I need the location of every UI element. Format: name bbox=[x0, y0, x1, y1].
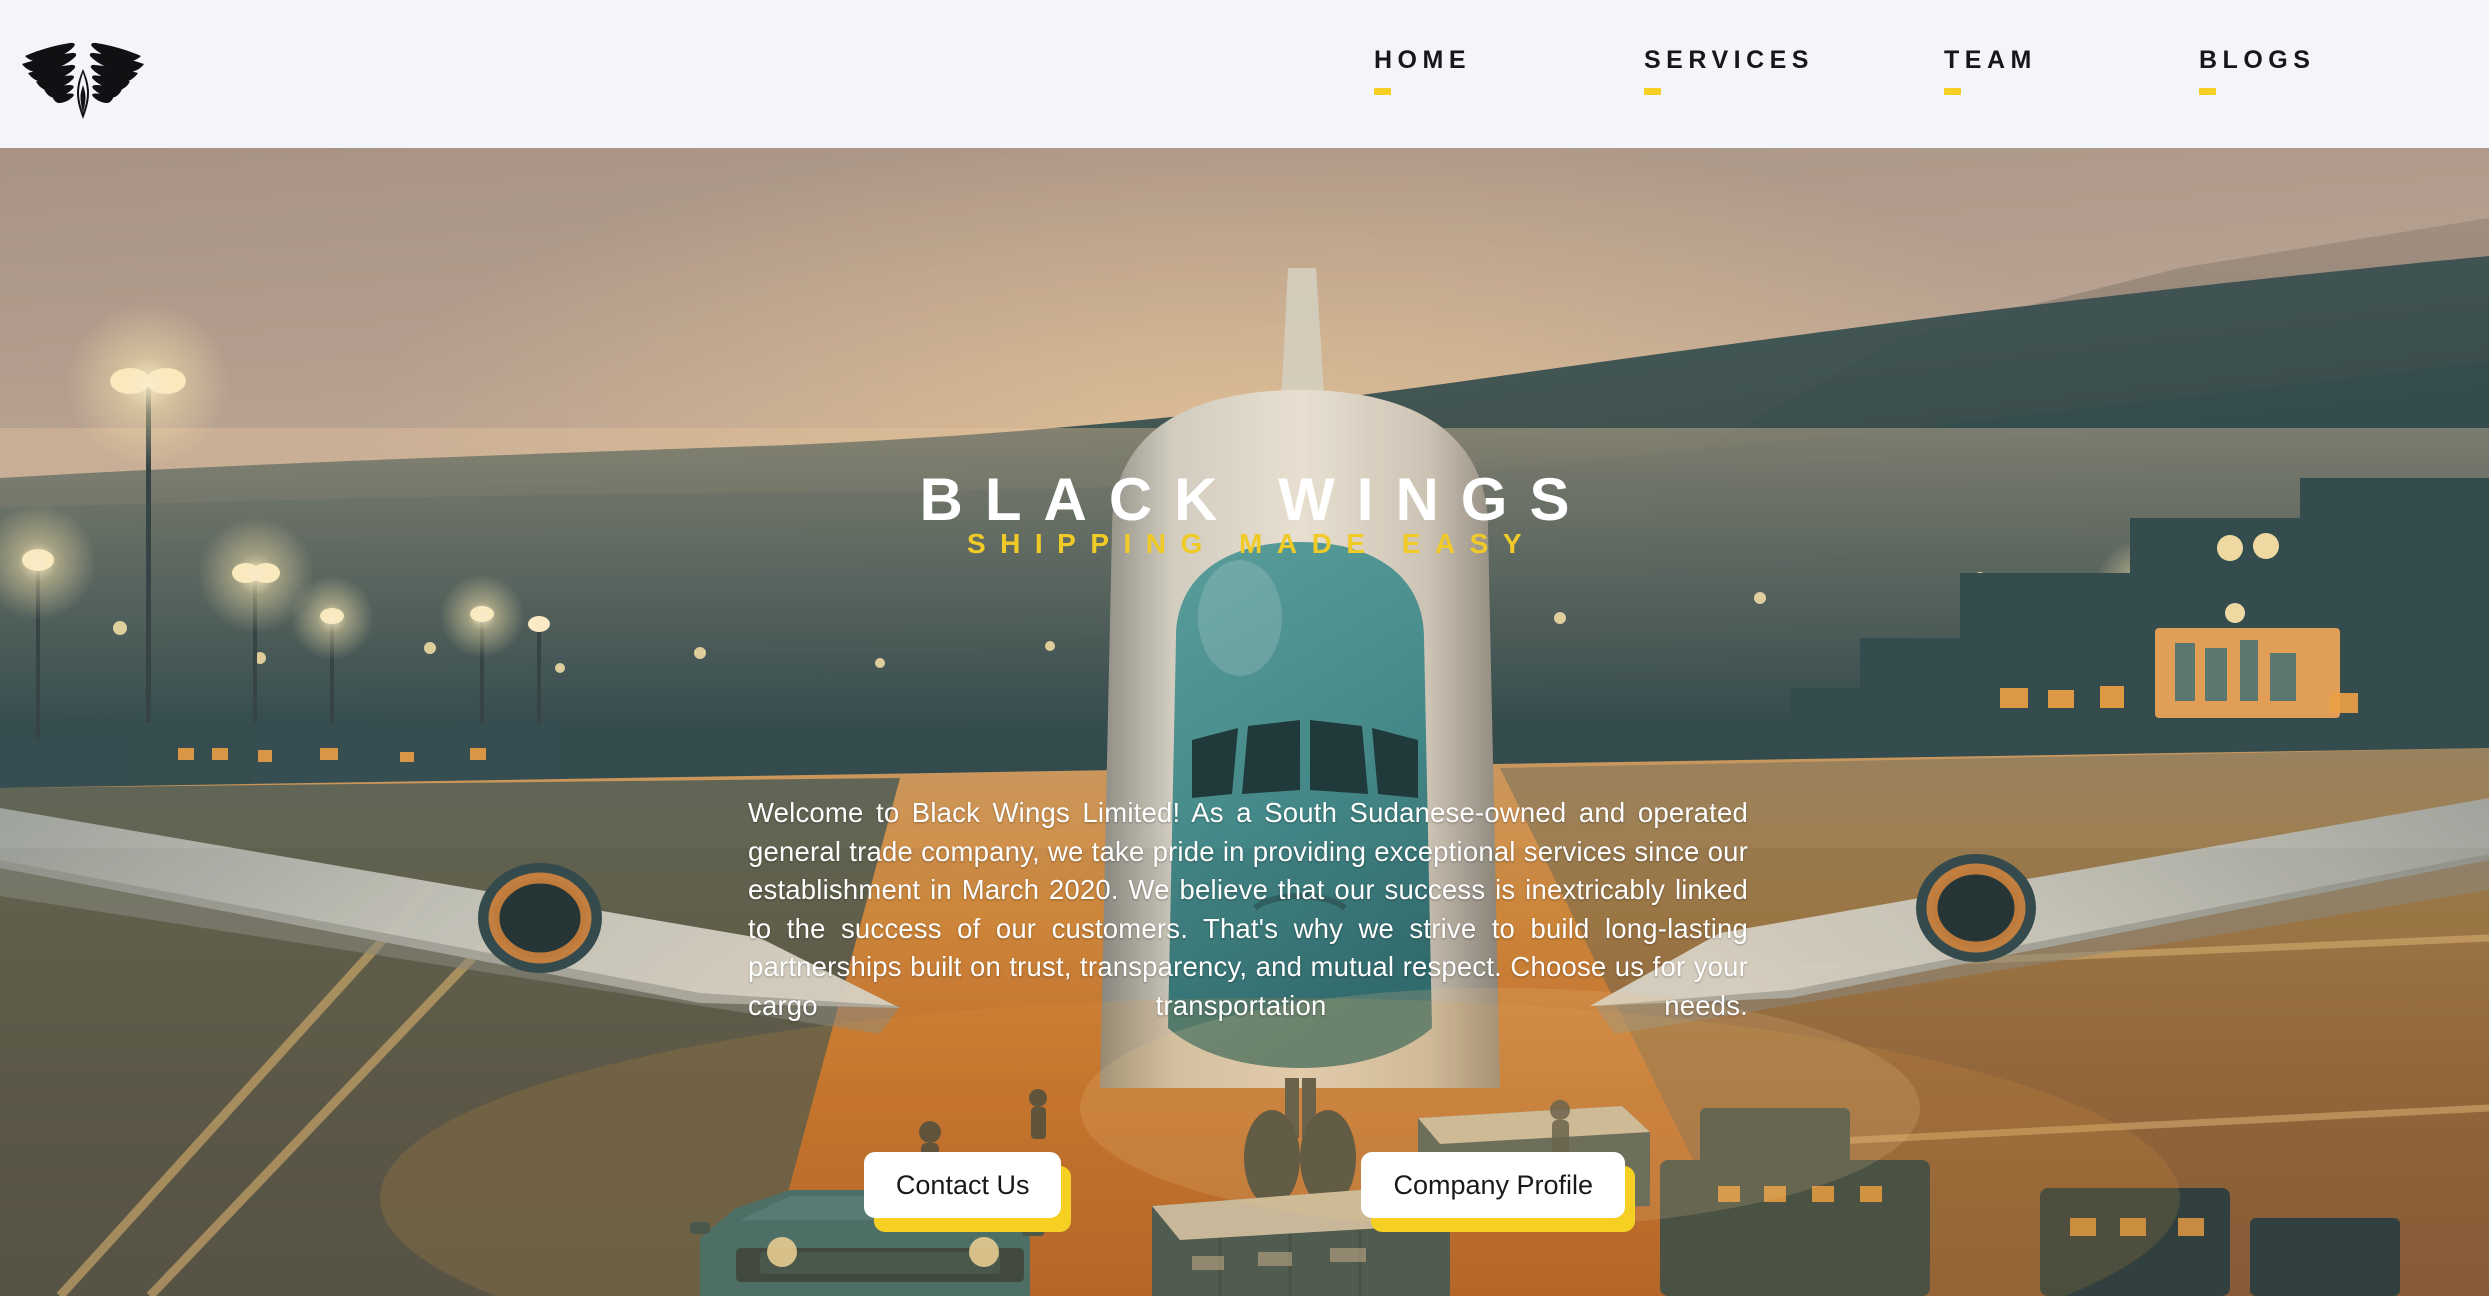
primary-navigation: HOME SERVICES TEAM BLOGS bbox=[1339, 0, 2489, 148]
nav-item-label: TEAM bbox=[1944, 46, 2037, 74]
nav-item-label: BLOGS bbox=[2199, 46, 2316, 74]
nav-item-label: SERVICES bbox=[1644, 46, 1814, 74]
company-profile-button-wrapper: Company Profile bbox=[1361, 1152, 1636, 1232]
hero-section: BLACK WINGS SHIPPING MADE EASY Welcome t… bbox=[0, 148, 2489, 1296]
black-wings-logo-icon bbox=[18, 23, 148, 123]
nav-item-services[interactable]: SERVICES bbox=[1644, 44, 1814, 95]
hero-description: Welcome to Black Wings Limited! As a Sou… bbox=[748, 797, 1748, 1021]
site-header: HOME SERVICES TEAM BLOGS bbox=[0, 0, 2489, 148]
nav-active-dash-icon bbox=[1374, 88, 1391, 95]
contact-us-button[interactable]: Contact Us bbox=[863, 1152, 1062, 1218]
hero-content: BLACK WINGS SHIPPING MADE EASY Welcome t… bbox=[0, 148, 2489, 1296]
nav-item-home[interactable]: HOME bbox=[1374, 44, 1471, 95]
hero-subtitle: SHIPPING MADE EASY bbox=[966, 528, 1537, 559]
nav-active-dash-icon bbox=[1644, 88, 1661, 95]
contact-us-button-wrapper: Contact Us bbox=[863, 1152, 1072, 1232]
nav-active-dash-icon bbox=[2199, 88, 2216, 95]
hero-action-buttons: Contact Us Company Profile bbox=[0, 1152, 2489, 1232]
brand-logo[interactable] bbox=[18, 20, 148, 125]
nav-item-label: HOME bbox=[1374, 46, 1471, 74]
nav-item-team[interactable]: TEAM bbox=[1944, 44, 2037, 95]
hero-title: BLACK WINGS bbox=[919, 466, 1592, 533]
nav-active-dash-icon bbox=[1944, 88, 1961, 95]
nav-item-blogs[interactable]: BLOGS bbox=[2199, 44, 2315, 95]
company-profile-button[interactable]: Company Profile bbox=[1361, 1152, 1626, 1218]
